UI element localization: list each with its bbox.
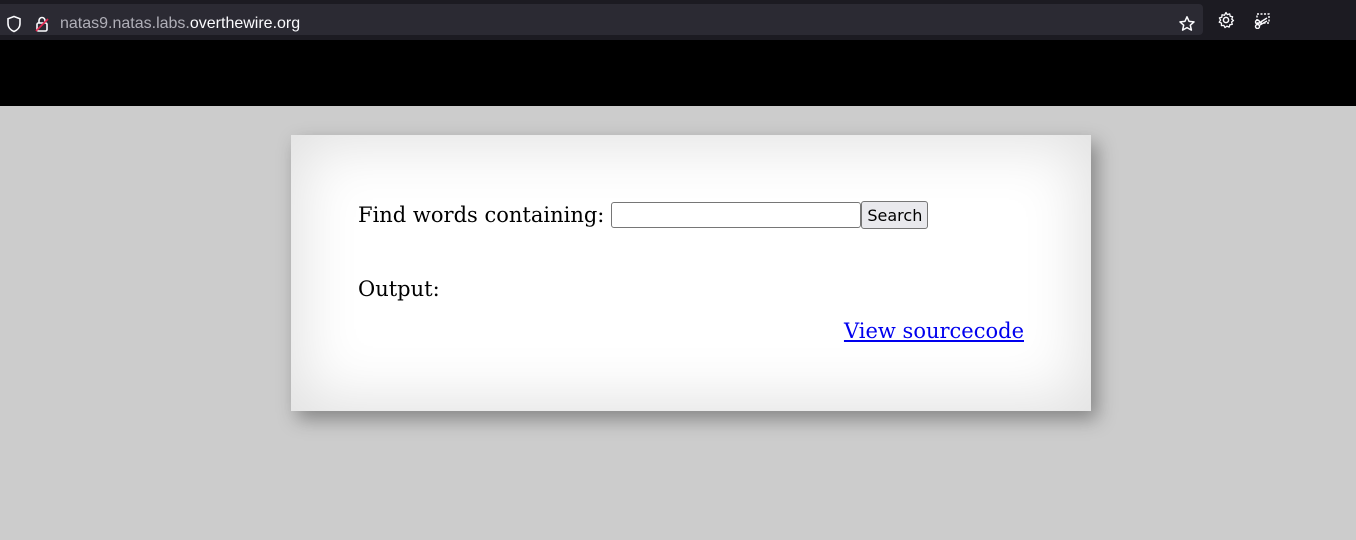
view-sourcecode-link[interactable]: View sourcecode [844,319,1024,343]
shield-icon[interactable] [5,15,23,33]
site-header-band [0,40,1356,106]
url-prefix: natas9.natas.labs. [60,15,190,32]
search-input[interactable] [611,202,862,228]
gear-icon[interactable] [1217,11,1235,29]
lock-icon[interactable] [33,15,51,33]
output-label: Output: [358,277,440,301]
search-label: Find words containing: [358,203,605,227]
browser-toolbar: natas9.natas.labs.overthewire.org [0,0,1356,40]
search-button[interactable]: Search [861,201,929,229]
url-text[interactable]: natas9.natas.labs.overthewire.org [60,14,300,34]
star-icon[interactable] [1178,15,1196,33]
extension-icon[interactable] [1253,11,1271,29]
search-form: Find words containing: Search [358,201,929,229]
content-panel: Find words containing: Search Output: Vi… [291,135,1091,411]
url-bar[interactable]: natas9.natas.labs.overthewire.org [0,4,1203,35]
url-domain: overthewire.org [189,15,301,32]
